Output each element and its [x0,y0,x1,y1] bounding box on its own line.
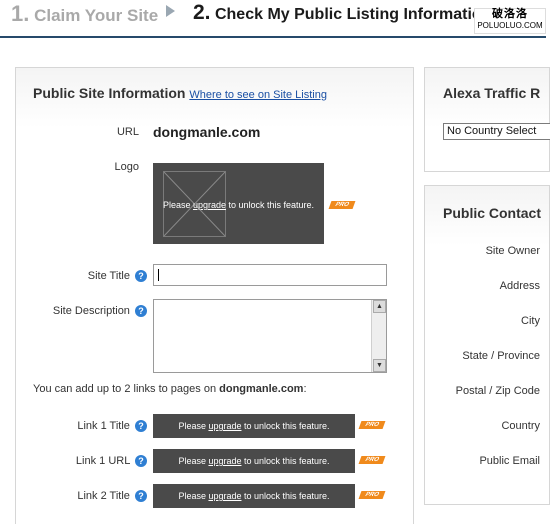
links-note-prefix: You can add up to 2 links to pages on [33,383,220,395]
help-icon[interactable]: ? [135,455,147,468]
help-icon[interactable]: ? [135,490,147,503]
link-2-title-label-text: Link 2 Title [77,490,130,502]
step-1-label: Claim Your Site [34,6,159,25]
contact-label-city: City [521,315,540,327]
link-1-title-label-text: Link 1 Title [77,420,130,432]
public-contact-title: Public Contact [443,205,542,221]
locked-rest-text: to unlock this feature. [241,491,330,501]
where-to-see-link[interactable]: Where to see on Site Listing [189,89,327,101]
contact-label-country: Country [501,420,540,432]
locked-please-text: Please [162,200,193,210]
link-1-title-locked: Please upgrade to unlock this feature. [153,414,355,438]
url-value: dongmanle.com [153,124,261,140]
step-2-label: Check My Public Listing Information [214,6,492,23]
upgrade-link[interactable]: upgrade [208,421,241,431]
site-title-label: Site Title ? [87,270,147,283]
contact-label-postal: Postal / Zip Code [455,385,540,397]
contact-label-state: State / Province [462,350,540,362]
site-title-input[interactable] [153,264,387,286]
link-1-url-label-text: Link 1 URL [75,455,130,467]
upgrade-link[interactable]: upgrade [208,456,241,466]
link-2-title-locked: Please upgrade to unlock this feature. [153,484,355,508]
contact-label-address: Address [499,280,540,292]
step-2-number: 2. [193,1,211,24]
help-icon[interactable]: ? [135,420,147,433]
scroll-up-icon[interactable]: ▲ [373,300,386,313]
locked-message: Please upgrade to unlock this feature. [153,491,355,501]
pro-badge-icon: PRO [358,456,386,464]
locked-message: Please upgrade to unlock this feature. [153,421,355,431]
step-arrow-icon [166,5,175,17]
link-1-url-label: Link 1 URL ? [75,455,147,468]
alexa-traffic-panel [424,67,550,172]
panel-title-text: Public Site Information [33,85,186,101]
watermark-logo: 破洛洛 POLUOLUO.COM [474,8,546,34]
logo-label: Logo [114,161,139,173]
upgrade-link[interactable]: upgrade [208,491,241,501]
link-2-title-label: Link 2 Title ? [77,490,147,503]
scroll-down-icon[interactable]: ▼ [373,359,386,372]
url-label: URL [116,126,139,138]
help-icon[interactable]: ? [135,305,147,318]
steps-divider [0,36,546,38]
locked-please-text: Please [178,456,209,466]
textarea-scrollbar[interactable]: ▲ ▼ [371,300,386,372]
site-description-textarea[interactable]: ▲ ▼ [153,299,387,373]
pro-badge-icon: PRO [328,201,356,209]
link-1-url-locked: Please upgrade to unlock this feature. [153,449,355,473]
locked-message: Please upgrade to unlock this feature. [153,456,355,466]
country-select[interactable]: No Country Select [443,123,550,140]
watermark-line-1: 破洛洛 [492,8,528,20]
pro-badge-icon: PRO [358,421,386,429]
upgrade-link[interactable]: upgrade [193,200,226,210]
contact-label-email: Public Email [479,455,540,467]
link-1-title-label: Link 1 Title ? [77,420,147,433]
public-site-info-title: Public Site Information Where to see on … [33,85,327,101]
site-description-label-text: Site Description [52,305,130,317]
step-1-number: 1. [11,1,30,26]
links-note: You can add up to 2 links to pages on do… [33,383,307,395]
logo-locked-message: Please upgrade to unlock this feature. [153,200,324,210]
locked-please-text: Please [178,491,209,501]
locked-please-text: Please [178,421,209,431]
logo-locked-box: Please upgrade to unlock this feature. [153,163,324,244]
locked-rest-text: to unlock this feature. [226,200,315,210]
pro-badge-icon: PRO [358,491,386,499]
text-cursor [158,269,159,281]
alexa-panel-title: Alexa Traffic R [443,85,541,101]
locked-rest-text: to unlock this feature. [241,421,330,431]
steps-header: 1. Claim Your Site 2. Check My Public Li… [0,0,550,40]
site-title-label-text: Site Title [87,270,130,282]
contact-label-site-owner: Site Owner [485,245,540,257]
step-2: 2. Check My Public Listing Information [193,1,491,25]
step-1: 1. Claim Your Site [11,1,158,27]
site-description-label: Site Description ? [52,305,147,318]
watermark-line-2: POLUOLUO.COM [477,21,543,30]
links-note-suffix: : [303,383,307,395]
links-note-domain: dongmanle.com [219,383,304,395]
help-icon[interactable]: ? [135,270,147,283]
locked-rest-text: to unlock this feature. [241,456,330,466]
